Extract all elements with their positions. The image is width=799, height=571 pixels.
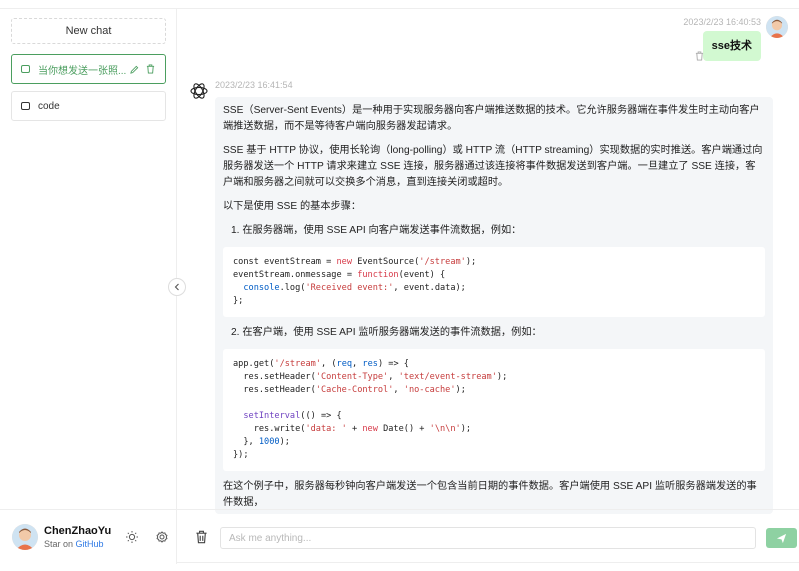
assistant-message-bubble: SSE（Server-Sent Events）是一种用于实现服务器向客户端推送数… (215, 97, 773, 514)
answer-paragraph: 在这个例子中，服务器每秒钟向客户端发送一个包含当前日期的事件数据。客户端使用 S… (223, 481, 757, 508)
sidebar: New chat 当你想发送一张照... code ChenZhaoYu Sta… (0, 9, 177, 564)
app-window: New chat 当你想发送一张照... code ChenZhaoYu Sta… (0, 8, 799, 564)
user-avatar (12, 524, 38, 550)
delete-icon[interactable] (144, 63, 156, 75)
answer-paragraph: SSE（Server-Sent Events）是一种用于实现服务器向客户端推送数… (223, 105, 760, 132)
answer-paragraph: 以下是使用 SSE 的基本步骤： (223, 201, 362, 212)
user-name: ChenZhaoYu (44, 525, 112, 537)
theme-toggle-icon[interactable] (123, 528, 141, 546)
sidebar-footer: ChenZhaoYu Star on GitHub (0, 509, 177, 564)
user-message-avatar (766, 16, 788, 38)
code-block: app.get('/stream', (req, res) => { res.s… (223, 349, 765, 471)
star-prefix: Star on (44, 539, 74, 549)
chat-icon (21, 102, 30, 110)
history-item[interactable]: code (11, 91, 166, 121)
answer-step: 2. 在客户端，使用 SSE API 监听服务器端发送的事件流数据，例如： (231, 327, 542, 338)
input-bar (177, 509, 799, 564)
code-block: const eventStream = new EventSource('/st… (223, 247, 765, 317)
answer-step: 1. 在服务器端，使用 SSE API 向客户端发送事件流数据，例如： (231, 225, 522, 236)
history-item-active[interactable]: 当你想发送一张照... (11, 54, 166, 84)
answer-paragraph: SSE 基于 HTTP 协议，使用长轮询（long-polling）或 HTTP… (223, 145, 763, 188)
user-message-time: 2023/2/23 16:40:53 (683, 17, 761, 27)
github-link[interactable]: GitHub (76, 539, 104, 549)
user-message-bubble: sse技术 (702, 31, 761, 61)
new-chat-button[interactable]: New chat (11, 18, 166, 44)
send-button[interactable] (766, 528, 797, 548)
delete-message-icon[interactable] (693, 50, 705, 62)
send-icon (776, 533, 787, 543)
chat-main: 2023/2/23 16:40:53 sse技术 2023/2/23 16:41… (177, 9, 799, 564)
history-item-label: 当你想发送一张照... (38, 65, 127, 77)
history-item-label: code (38, 100, 60, 112)
assistant-message-time: 2023/2/23 16:41:54 (215, 80, 293, 90)
edit-icon[interactable] (128, 63, 140, 75)
chat-icon (21, 65, 30, 73)
message-input[interactable] (220, 527, 756, 549)
assistant-logo-icon (190, 83, 208, 99)
clear-chat-trash-icon[interactable] (195, 530, 209, 544)
settings-gear-icon[interactable] (153, 528, 171, 546)
